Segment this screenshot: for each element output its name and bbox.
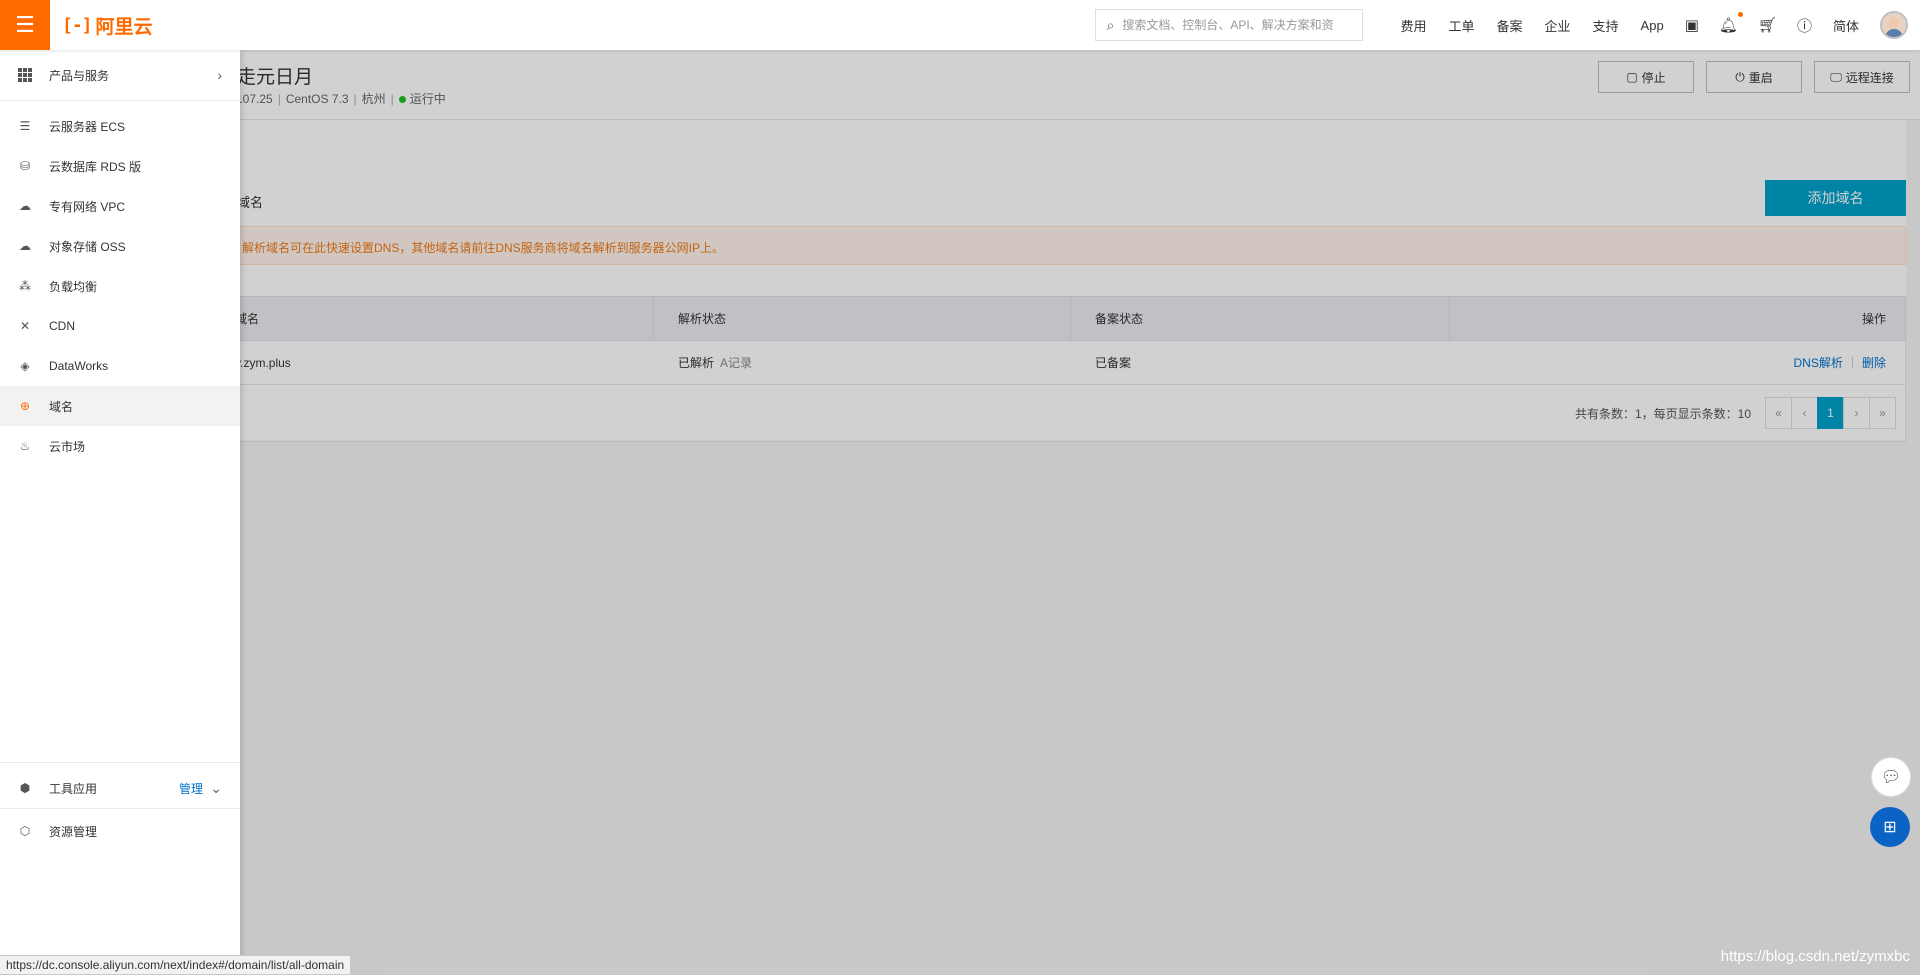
divider [0, 100, 240, 101]
apps-icon[interactable]: ⊞ [1870, 807, 1910, 847]
sidebar-item-vpc[interactable]: ☁ 专有网络 VPC [0, 186, 240, 226]
sidebar-item-label: 对象存储 OSS [49, 239, 126, 254]
sidebar: 产品与服务 › ☰ 云服务器 ECS ⛁ 云数据库 RDS 版 ☁ 专有网络 VPC … [0, 50, 240, 975]
sidebar-item-label: 云市场 [49, 439, 86, 454]
modal-overlay[interactable] [0, 50, 1920, 975]
search-input[interactable] [1122, 18, 1343, 32]
terminal-icon[interactable]: ▣ [1685, 16, 1699, 34]
grid-icon [18, 68, 32, 82]
logo-mark: [-] [62, 14, 92, 36]
chat-icon[interactable]: 💬︎ [1871, 757, 1911, 797]
manage-link[interactable]: 管理 [179, 780, 203, 797]
box-icon: ⬡ [19, 824, 31, 838]
divider [0, 808, 240, 809]
load-balancer-icon: ⁂ [19, 279, 31, 293]
sidebar-item-rds[interactable]: ⛁ 云数据库 RDS 版 [0, 146, 240, 186]
sidebar-item-label: 负载均衡 [49, 279, 98, 294]
sidebar-item-label: 云数据库 RDS 版 [49, 159, 142, 174]
aliyun-logo[interactable]: [-] 阿里云 [62, 12, 153, 39]
sidebar-item-label: 产品与服务 [49, 68, 110, 83]
cdn-icon: ✕ [19, 319, 31, 333]
divider [0, 762, 240, 763]
nav-billing[interactable]: 费用 [1400, 16, 1426, 35]
nav-ticket[interactable]: 工单 [1448, 16, 1474, 35]
sidebar-item-domain[interactable]: ⊕ 域名 [0, 386, 240, 426]
notification-dot [1737, 12, 1743, 17]
cart-icon[interactable]: 🛒︎ [1758, 16, 1777, 34]
language-switch[interactable]: 简体 [1833, 16, 1859, 35]
market-icon: ♨ [19, 439, 31, 453]
hamburger-icon[interactable]: ☰ [0, 0, 50, 50]
sidebar-item-oss[interactable]: ☁ 对象存储 OSS [0, 226, 240, 266]
help-icon[interactable]: ⓘ [1797, 15, 1812, 36]
browser-status-url: https://dc.console.aliyun.com/next/index… [0, 955, 352, 975]
sidebar-item-label: CDN [49, 319, 75, 333]
sidebar-item-label: 域名 [49, 399, 74, 414]
globe-icon: ⊕ [19, 399, 31, 413]
dataworks-icon: ◈ [20, 359, 30, 373]
server-icon: ☰ [19, 119, 31, 133]
nav-app[interactable]: App [1641, 18, 1664, 33]
sidebar-item-label: 工具应用 [49, 781, 98, 796]
sidebar-item-dataworks[interactable]: ◈ DataWorks [0, 346, 240, 386]
search-icon: ⌕ [1106, 16, 1115, 33]
sidebar-item-tools[interactable]: ⬢ 工具应用 管理 ⌄ [0, 768, 240, 808]
bell-icon[interactable]: 🔔︎ [1719, 12, 1743, 34]
sidebar-item-resource[interactable]: ⬡ 资源管理 [0, 811, 240, 851]
sidebar-item-ecs[interactable]: ☰ 云服务器 ECS [0, 106, 240, 146]
chevron-down-icon[interactable]: ⌄ [210, 780, 222, 797]
sidebar-item-slb[interactable]: ⁂ 负载均衡 [0, 266, 240, 306]
sidebar-item-label: 专有网络 VPC [49, 199, 126, 214]
top-navbar: ☰ [-] 阿里云 ⌕ 费用 工单 备案 企业 支持 App ▣ 🔔︎ 🛒︎ ⓘ… [0, 0, 1920, 50]
sidebar-item-label: 资源管理 [49, 824, 98, 839]
sidebar-item-label: 云服务器 ECS [49, 119, 126, 134]
nav-icp[interactable]: 备案 [1497, 16, 1523, 35]
cloud-network-icon: ☁ [19, 199, 31, 213]
sidebar-item-products[interactable]: 产品与服务 › [0, 55, 240, 95]
chevron-right-icon: › [217, 67, 222, 83]
nav-support[interactable]: 支持 [1593, 16, 1619, 35]
sidebar-item-cdn[interactable]: ✕ CDN [0, 306, 240, 346]
database-icon: ⛁ [19, 159, 31, 173]
sidebar-item-label: DataWorks [49, 359, 109, 373]
cloud-storage-icon: ☁ [19, 239, 31, 253]
watermark: https://blog.csdn.net/zymxbc [1720, 948, 1910, 965]
sidebar-item-market[interactable]: ♨ 云市场 [0, 426, 240, 466]
avatar[interactable] [1880, 11, 1908, 39]
search-box[interactable]: ⌕ [1095, 9, 1364, 41]
nav-enterprise[interactable]: 企业 [1545, 16, 1571, 35]
cube-icon: ⬢ [19, 781, 31, 795]
logo-text: 阿里云 [95, 16, 153, 38]
